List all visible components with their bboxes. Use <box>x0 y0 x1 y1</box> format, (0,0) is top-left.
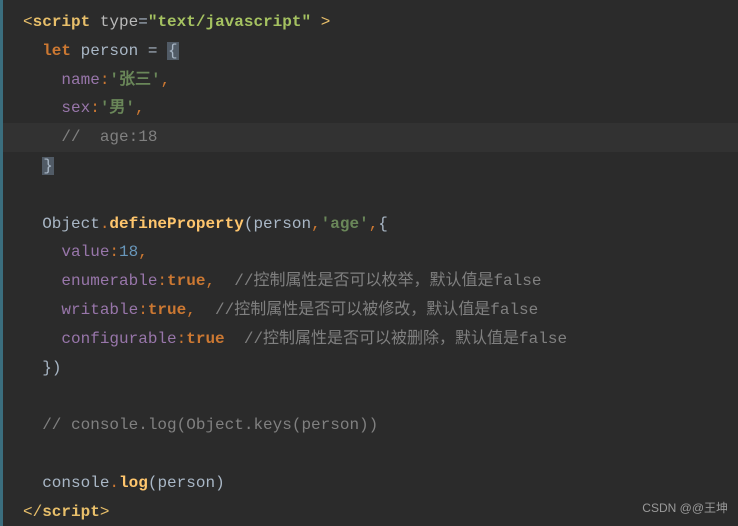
bracket: < <box>23 13 33 31</box>
brace: { <box>167 42 179 60</box>
code-line: let person = { <box>3 37 738 66</box>
code-line-active: // age:18 <box>3 123 738 152</box>
prop-sex: sex <box>61 99 90 117</box>
bracket: > <box>100 503 110 521</box>
code-line: value:18, <box>3 238 738 267</box>
code-line: } <box>3 152 738 181</box>
comment: // console.log(Object.keys(person)) <box>42 416 378 434</box>
prop-configurable: configurable <box>61 330 176 348</box>
attr: type <box>100 13 138 31</box>
tag: script <box>42 503 100 521</box>
bool-true: true <box>186 330 224 348</box>
keyword-let: let <box>42 42 71 60</box>
comment: //控制属性是否可以枚举，默认值是false <box>234 272 541 290</box>
prop-enumerable: enumerable <box>61 272 157 290</box>
bracket: > <box>321 13 331 31</box>
blank-line <box>3 382 738 411</box>
prop-name: name <box>61 71 99 89</box>
string-age: 'age' <box>321 215 369 233</box>
code-line: configurable:true //控制属性是否可以被删除，默认值是fals… <box>3 325 738 354</box>
blank-line <box>3 440 738 469</box>
code-line: writable:true, //控制属性是否可以被修改，默认值是false <box>3 296 738 325</box>
defineProperty: defineProperty <box>109 215 243 233</box>
code-line: console.log(person) <box>3 469 738 498</box>
tag: script <box>33 13 91 31</box>
blank-line <box>3 181 738 210</box>
code-line: sex:'男', <box>3 94 738 123</box>
code-line: enumerable:true, //控制属性是否可以枚举，默认值是false <box>3 267 738 296</box>
prop-value: value <box>61 243 109 261</box>
string-val: '张三' <box>109 71 160 89</box>
bracket: </ <box>23 503 42 521</box>
log-func: log <box>119 474 148 492</box>
prop-writable: writable <box>61 301 138 319</box>
string-val: '男' <box>100 99 135 117</box>
comment: //控制属性是否可以被删除，默认值是false <box>244 330 567 348</box>
code-line: name:'张三', <box>3 66 738 95</box>
code-line: }) <box>3 354 738 383</box>
var-person: person <box>81 42 139 60</box>
code-line: Object.defineProperty(person,'age',{ <box>3 210 738 239</box>
attr-value: "text/javascript" <box>148 13 311 31</box>
brace: } <box>42 157 54 175</box>
number: 18 <box>119 243 138 261</box>
code-line: // console.log(Object.keys(person)) <box>3 411 738 440</box>
code-editor: <script type="text/javascript" > let per… <box>0 0 738 526</box>
comment: // age:18 <box>61 128 157 146</box>
code-line: </script> <box>3 498 738 526</box>
comment: //控制属性是否可以被修改，默认值是false <box>215 301 538 319</box>
console: console <box>42 474 109 492</box>
bool-true: true <box>167 272 205 290</box>
object-global: Object <box>42 215 100 233</box>
watermark: CSDN @@王坤 <box>642 498 728 520</box>
bool-true: true <box>148 301 186 319</box>
code-line: <script type="text/javascript" > <box>3 8 738 37</box>
